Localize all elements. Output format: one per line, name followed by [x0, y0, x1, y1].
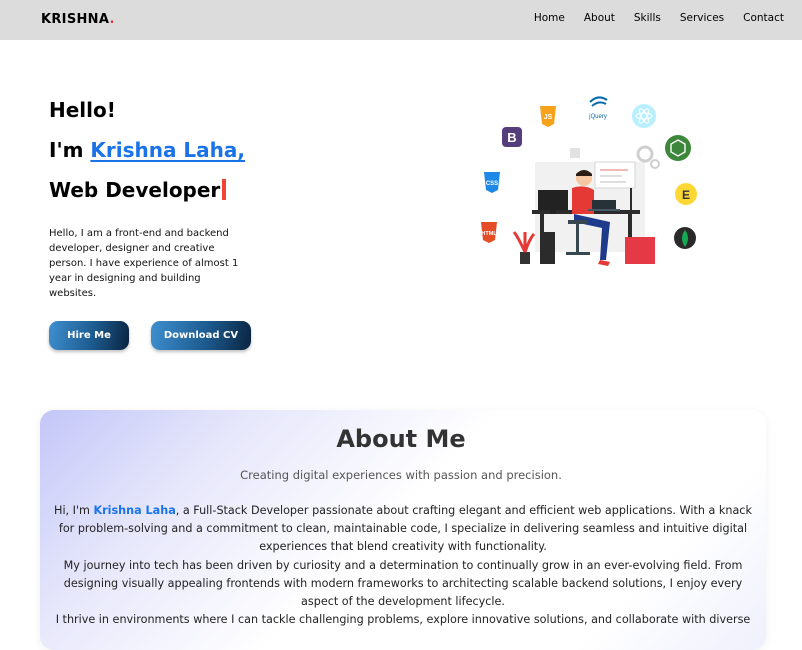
react-icon	[632, 104, 656, 128]
download-cv-button[interactable]: Download CV	[151, 321, 251, 350]
hero-description: Hello, I am a front-end and backend deve…	[49, 228, 239, 299]
nav-link-skills[interactable]: Skills	[634, 12, 661, 24]
about-p1-prefix: Hi, I'm	[54, 504, 94, 517]
hire-me-button[interactable]: Hire Me	[49, 321, 129, 350]
svg-text:jQuery: jQuery	[588, 114, 607, 120]
nodejs-icon	[665, 135, 691, 161]
jquery-icon: jQuery	[588, 96, 608, 120]
hero-intro: I'm Krishna Laha,	[49, 138, 245, 162]
e-icon: E	[675, 183, 697, 205]
svg-text:B: B	[507, 130, 516, 145]
mongodb-icon	[674, 227, 696, 249]
bootstrap-icon: B	[502, 127, 522, 147]
js-icon: JS	[540, 106, 556, 127]
hero-role-text: Web Developer	[49, 178, 221, 202]
hero-name: Krishna Laha,	[90, 138, 246, 162]
nav-link-contact[interactable]: Contact	[743, 12, 784, 24]
developer-illustration: JS jQuery B CSS E HTML	[481, 96, 697, 266]
hero-greeting: Hello!	[49, 98, 116, 122]
about-paragraph-2: My journey into tech has been driven by …	[63, 558, 743, 609]
site-logo[interactable]: KRISHNA.	[41, 12, 115, 27]
logo-text: KRISHNA	[41, 12, 110, 27]
about-body: Hi, I'm Krishna Laha, a Full-Stack Devel…	[52, 502, 754, 629]
about-title: About Me	[336, 425, 466, 453]
svg-text:CSS: CSS	[486, 181, 498, 187]
typing-cursor	[222, 179, 227, 200]
about-paragraph-1: Hi, I'm Krishna Laha, a Full-Stack Devel…	[52, 502, 754, 557]
nav-link-about[interactable]: About	[584, 12, 615, 24]
svg-text:HTML: HTML	[481, 231, 497, 237]
about-subtitle: Creating digital experiences with passio…	[240, 468, 562, 482]
nav-link-services[interactable]: Services	[680, 12, 724, 24]
svg-text:E: E	[682, 188, 690, 202]
about-paragraph-3: I thrive in environments where I can tac…	[55, 613, 751, 627]
gear-icon	[636, 145, 654, 163]
css3-icon: CSS	[484, 172, 500, 193]
nav-links: Home About Skills Services Contact	[534, 12, 784, 24]
small-gear-icon	[650, 159, 660, 169]
hero-im-prefix: I'm	[49, 138, 91, 162]
about-name: Krishna Laha	[93, 504, 176, 517]
navbar: KRISHNA. Home About Skills Services Cont…	[0, 0, 802, 40]
hero-role: Web Developer	[49, 178, 227, 202]
svg-text:JS: JS	[544, 114, 553, 121]
nav-link-home[interactable]: Home	[534, 12, 565, 24]
logo-dot: .	[109, 12, 115, 27]
html5-icon: HTML	[481, 222, 497, 243]
